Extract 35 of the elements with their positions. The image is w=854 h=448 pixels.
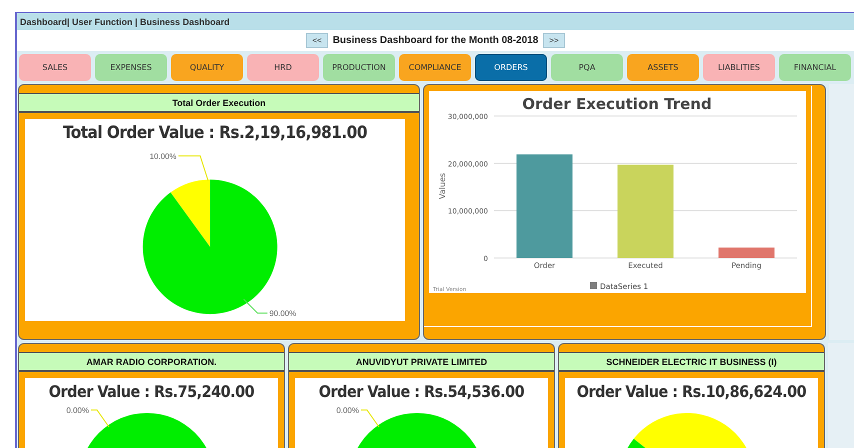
tab[interactable]: EXPENSES — [95, 54, 167, 81]
chart-bar — [718, 248, 774, 258]
tab[interactable]: SALES — [19, 54, 91, 81]
data-label: 0.00% — [66, 406, 88, 415]
tab[interactable]: HRD — [247, 54, 319, 81]
data-label: 90.00% — [268, 309, 296, 318]
next-month-button[interactable]: >> — [543, 33, 565, 48]
tab[interactable]: FINANCIAL — [779, 54, 851, 81]
leader-line — [90, 410, 109, 428]
chart-heading: Order Value : Rs.54,536.00 — [318, 381, 524, 401]
chart-heading: Order Value : Rs.10,86,624.00 — [576, 381, 806, 401]
axis-title: Values — [438, 172, 447, 200]
tab[interactable]: QUALITY — [171, 54, 243, 81]
tab[interactable]: PQA — [551, 54, 623, 81]
chart-heading: Total Order Value : Rs.2,19,16,981.00 — [63, 122, 367, 143]
panel-title: SCHNEIDER ELECTRIC IT BUSINESS (I) — [559, 352, 824, 372]
chart-heading: Order Value : Rs.75,240.00 — [48, 381, 254, 401]
leader-line — [177, 155, 208, 182]
data-label: 10.00% — [149, 152, 176, 161]
panel-title: ANUVIDYUT PRIVATE LIMITED — [289, 352, 554, 372]
tab[interactable]: COMPLIANCE — [399, 54, 471, 81]
dashboard-title: Business Dashboard for the Month 08-2018 — [332, 35, 538, 46]
tab[interactable]: PRODUCTION — [323, 54, 395, 81]
previous-month-button[interactable]: << — [306, 33, 328, 48]
panel-title: AMAR RADIO CORPORATION. — [19, 352, 284, 372]
tab[interactable]: ORDERS — [475, 54, 547, 81]
tab[interactable]: LIABLITIES — [703, 54, 775, 81]
panel-title: Total Order Execution — [19, 93, 419, 113]
breadcrumb: Dashboard| User Function | Business Dashboard — [17, 13, 854, 30]
leader-line — [360, 410, 379, 428]
legend-swatch — [590, 282, 597, 289]
leader-line — [242, 298, 268, 314]
chart-title: Order Execution Trend — [522, 95, 712, 113]
data-label: 0.00% — [336, 406, 358, 415]
tab[interactable]: ASSETS — [627, 54, 699, 81]
